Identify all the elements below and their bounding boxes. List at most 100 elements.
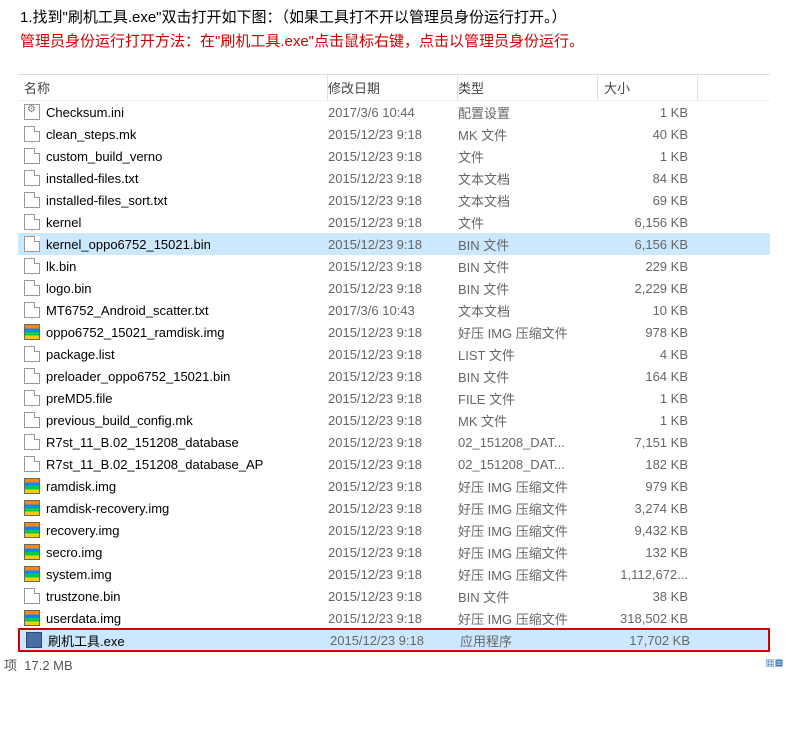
file-name-text: kernel [46,215,81,230]
file-name-cell[interactable]: ramdisk.img [18,478,328,494]
file-row[interactable]: clean_steps.mk2015/12/23 9:18MK 文件40 KB [18,123,770,145]
file-size-cell: 979 KB [598,479,698,494]
file-size-cell: 164 KB [598,369,698,384]
file-size-cell: 9,432 KB [598,523,698,538]
file-row[interactable]: preMD5.file2015/12/23 9:18FILE 文件1 KB [18,387,770,409]
file-icon [24,302,40,318]
view-toggle-icon[interactable] [766,656,784,670]
file-date-cell: 2015/12/23 9:18 [328,501,458,516]
file-name-cell[interactable]: Checksum.ini [18,104,328,120]
file-type-cell: 应用程序 [460,631,600,650]
file-name-cell[interactable]: previous_build_config.mk [18,412,328,428]
file-row[interactable]: lk.bin2015/12/23 9:18BIN 文件229 KB [18,255,770,277]
file-row[interactable]: installed-files.txt2015/12/23 9:18文本文档84… [18,167,770,189]
file-icon [24,346,40,362]
file-name-cell[interactable]: package.list [18,346,328,362]
file-name-text: preloader_oppo6752_15021.bin [46,369,230,384]
file-row[interactable]: package.list2015/12/23 9:18LIST 文件4 KB [18,343,770,365]
file-row[interactable]: ramdisk-recovery.img2015/12/23 9:18好压 IM… [18,497,770,519]
file-icon [24,434,40,450]
file-name-cell[interactable]: kernel [18,214,328,230]
file-explorer-list[interactable]: 名称 修改日期 类型 大小 Checksum.ini2017/3/6 10:44… [18,74,770,652]
file-date-cell: 2015/12/23 9:18 [328,413,458,428]
file-name-text: previous_build_config.mk [46,413,193,428]
file-name-text: ramdisk-recovery.img [46,501,169,516]
file-row[interactable]: 刷机工具.exe2015/12/23 9:18应用程序17,702 KB [18,628,770,652]
file-name-cell[interactable]: recovery.img [18,522,328,538]
file-name-text: MT6752_Android_scatter.txt [46,303,209,318]
file-name-cell[interactable]: ramdisk-recovery.img [18,500,328,516]
file-row[interactable]: logo.bin2015/12/23 9:18BIN 文件2,229 KB [18,277,770,299]
file-name-cell[interactable]: R7st_11_B.02_151208_database [18,434,328,450]
file-name-cell[interactable]: 刷机工具.exe [20,631,330,650]
file-name-text: 刷机工具.exe [48,631,125,650]
file-name-cell[interactable]: logo.bin [18,280,328,296]
header-type[interactable]: 类型 [458,75,598,100]
file-icon [24,126,40,142]
file-name-cell[interactable]: kernel_oppo6752_15021.bin [18,236,328,252]
img-icon [24,500,40,516]
file-type-cell: 好压 IMG 压缩文件 [458,477,598,496]
file-date-cell: 2015/12/23 9:18 [328,589,458,604]
file-name-cell[interactable]: custom_build_verno [18,148,328,164]
instruction-text: 1.找到"刷机工具.exe"双击打开如下图：（如果工具打不开以管理员身份运行打开… [0,0,788,54]
file-name-cell[interactable]: secro.img [18,544,328,560]
file-row[interactable]: system.img2015/12/23 9:18好压 IMG 压缩文件1,11… [18,563,770,585]
file-type-cell: BIN 文件 [458,587,598,606]
header-date[interactable]: 修改日期 [328,75,458,100]
file-size-cell: 978 KB [598,325,698,340]
file-row[interactable]: previous_build_config.mk 2015/12/23 9:18M… [18,409,770,431]
file-name-text: recovery.img [46,523,119,538]
file-row[interactable]: Checksum.ini2017/3/6 10:44配置设置1 KB [18,101,770,123]
file-date-cell: 2015/12/23 9:18 [328,325,458,340]
file-name-cell[interactable]: preloader_oppo6752_15021.bin [18,368,328,384]
file-size-cell: 1,112,672... [598,567,698,582]
file-row[interactable]: preloader_oppo6752_15021.bin2015/12/23 9… [18,365,770,387]
ini-icon [24,104,40,120]
file-name-cell[interactable]: preMD5.file [18,390,328,406]
file-name-cell[interactable]: MT6752_Android_scatter.txt [18,302,328,318]
file-date-cell: 2015/12/23 9:18 [328,237,458,252]
file-name-text: package.list [46,347,115,362]
file-name-cell[interactable]: system.img [18,566,328,582]
file-name-cell[interactable]: installed-files_sort.txt [18,192,328,208]
file-row[interactable]: MT6752_Android_scatter.txt2017/3/6 10:43… [18,299,770,321]
file-name-cell[interactable]: trustzone.bin [18,588,328,604]
file-row[interactable]: userdata.img2015/12/23 9:18好压 IMG 压缩文件31… [18,607,770,629]
file-row[interactable]: oppo6752_15021_ramdisk.img2015/12/23 9:1… [18,321,770,343]
file-name-cell[interactable]: lk.bin [18,258,328,274]
file-name-cell[interactable]: userdata.img [18,610,328,626]
file-name-text: R7st_11_B.02_151208_database [46,435,239,450]
file-date-cell: 2015/12/23 9:18 [328,347,458,362]
file-name-text: system.img [46,567,112,582]
file-name-cell[interactable]: clean_steps.mk [18,126,328,142]
file-size-cell: 84 KB [598,171,698,186]
column-headers[interactable]: 名称 修改日期 类型 大小 [18,75,770,101]
file-row[interactable]: recovery.img2015/12/23 9:18好压 IMG 压缩文件9,… [18,519,770,541]
file-icon [24,148,40,164]
file-size-cell: 17,702 KB [600,633,700,648]
file-name-cell[interactable]: oppo6752_15021_ramdisk.img [18,324,328,340]
file-row[interactable]: secro.img2015/12/23 9:18好压 IMG 压缩文件132 K… [18,541,770,563]
file-name-cell[interactable]: installed-files.txt [18,170,328,186]
file-name-cell[interactable]: R7st_11_B.02_151208_database_AP [18,456,328,472]
file-row[interactable]: kernel_oppo6752_15021.bin 2015/12/23 9:18… [18,233,770,255]
file-type-cell: 好压 IMG 压缩文件 [458,323,598,342]
file-size-cell: 1 KB [598,413,698,428]
file-row[interactable]: trustzone.bin2015/12/23 9:18BIN 文件38 KB [18,585,770,607]
file-type-cell: MK 文件 [458,411,598,430]
file-row[interactable]: kernel2015/12/23 9:18文件6,156 KB [18,211,770,233]
file-type-cell: 文本文档 [458,169,598,188]
file-row[interactable]: ramdisk.img2015/12/23 9:18好压 IMG 压缩文件979… [18,475,770,497]
file-row[interactable]: custom_build_verno2015/12/23 9:18文件1 KB [18,145,770,167]
file-name-text: kernel_oppo6752_15021.bin [46,237,211,252]
file-type-cell: 配置设置 [458,103,598,122]
file-row[interactable]: R7st_11_B.02_151208_database2015/12/23 9… [18,431,770,453]
file-row[interactable]: installed-files_sort.txt2015/12/23 9:18文… [18,189,770,211]
file-type-cell: 文本文档 [458,191,598,210]
header-size[interactable]: 大小 [598,75,698,100]
img-icon [24,478,40,494]
file-row[interactable]: R7st_11_B.02_151208_database_AP2015/12/2… [18,453,770,475]
view-mode-icons[interactable] [766,656,784,673]
header-name[interactable]: 名称 [18,75,328,100]
